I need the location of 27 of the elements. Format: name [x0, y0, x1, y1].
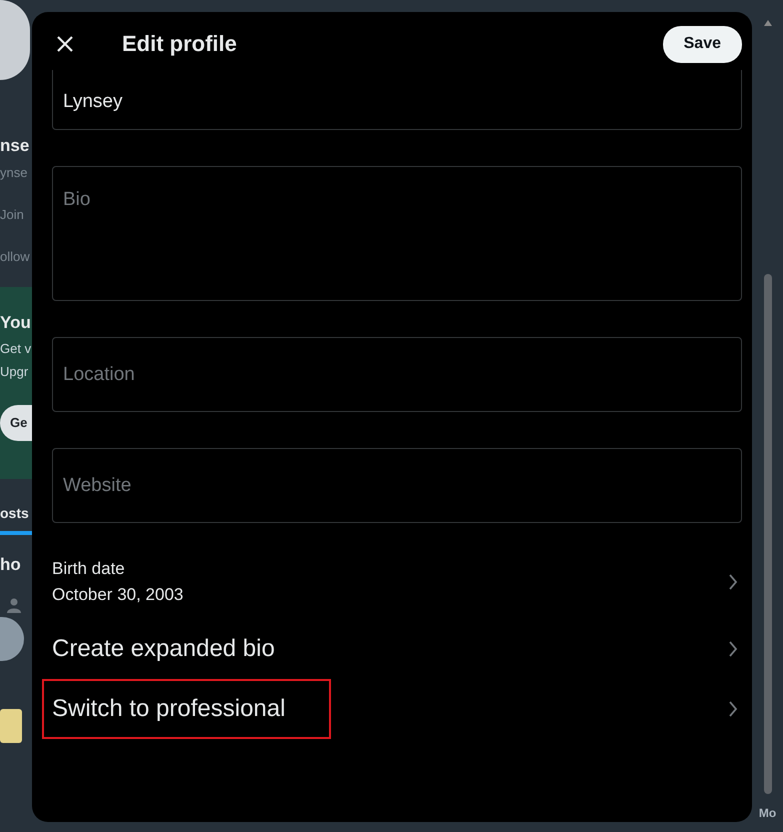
dialog-title: Edit profile: [122, 31, 238, 57]
section-title: ho: [0, 555, 22, 575]
input-field[interactable]: Lynsey: [52, 70, 742, 130]
profile-name: nse: [0, 136, 30, 156]
menu-item[interactable]: Create expanded bio: [52, 621, 319, 677]
chevron-right-icon: [728, 641, 738, 657]
promo-title: You: [0, 313, 32, 333]
chevron-right-icon: [728, 701, 738, 717]
input-field[interactable]: Location: [52, 337, 742, 412]
promo-text: Get v: [0, 341, 32, 356]
follow-text: ollow: [0, 249, 31, 265]
promo-button[interactable]: Ge: [0, 405, 32, 441]
promo-text: Upgr: [0, 364, 30, 379]
joined-text: Join: [0, 207, 25, 223]
menu-item[interactable]: Switch to professional: [44, 681, 330, 737]
chevron-right-icon: [728, 574, 738, 590]
avatar-placeholder: [0, 617, 24, 661]
bio-field[interactable]: Bio: [52, 166, 742, 301]
person-icon: [6, 597, 22, 613]
birth-date-label: Birth date: [52, 559, 126, 579]
birth-date-value: October 30, 2003: [52, 585, 184, 605]
save-button[interactable]: Save: [662, 26, 742, 62]
profile-handle: ynse: [0, 165, 28, 181]
sidebar-text: Mo: [758, 806, 776, 820]
input-field[interactable]: Website: [52, 448, 742, 523]
birth-date-row[interactable]: Birth date October 30, 2003: [52, 559, 742, 605]
close-icon: [56, 35, 74, 53]
